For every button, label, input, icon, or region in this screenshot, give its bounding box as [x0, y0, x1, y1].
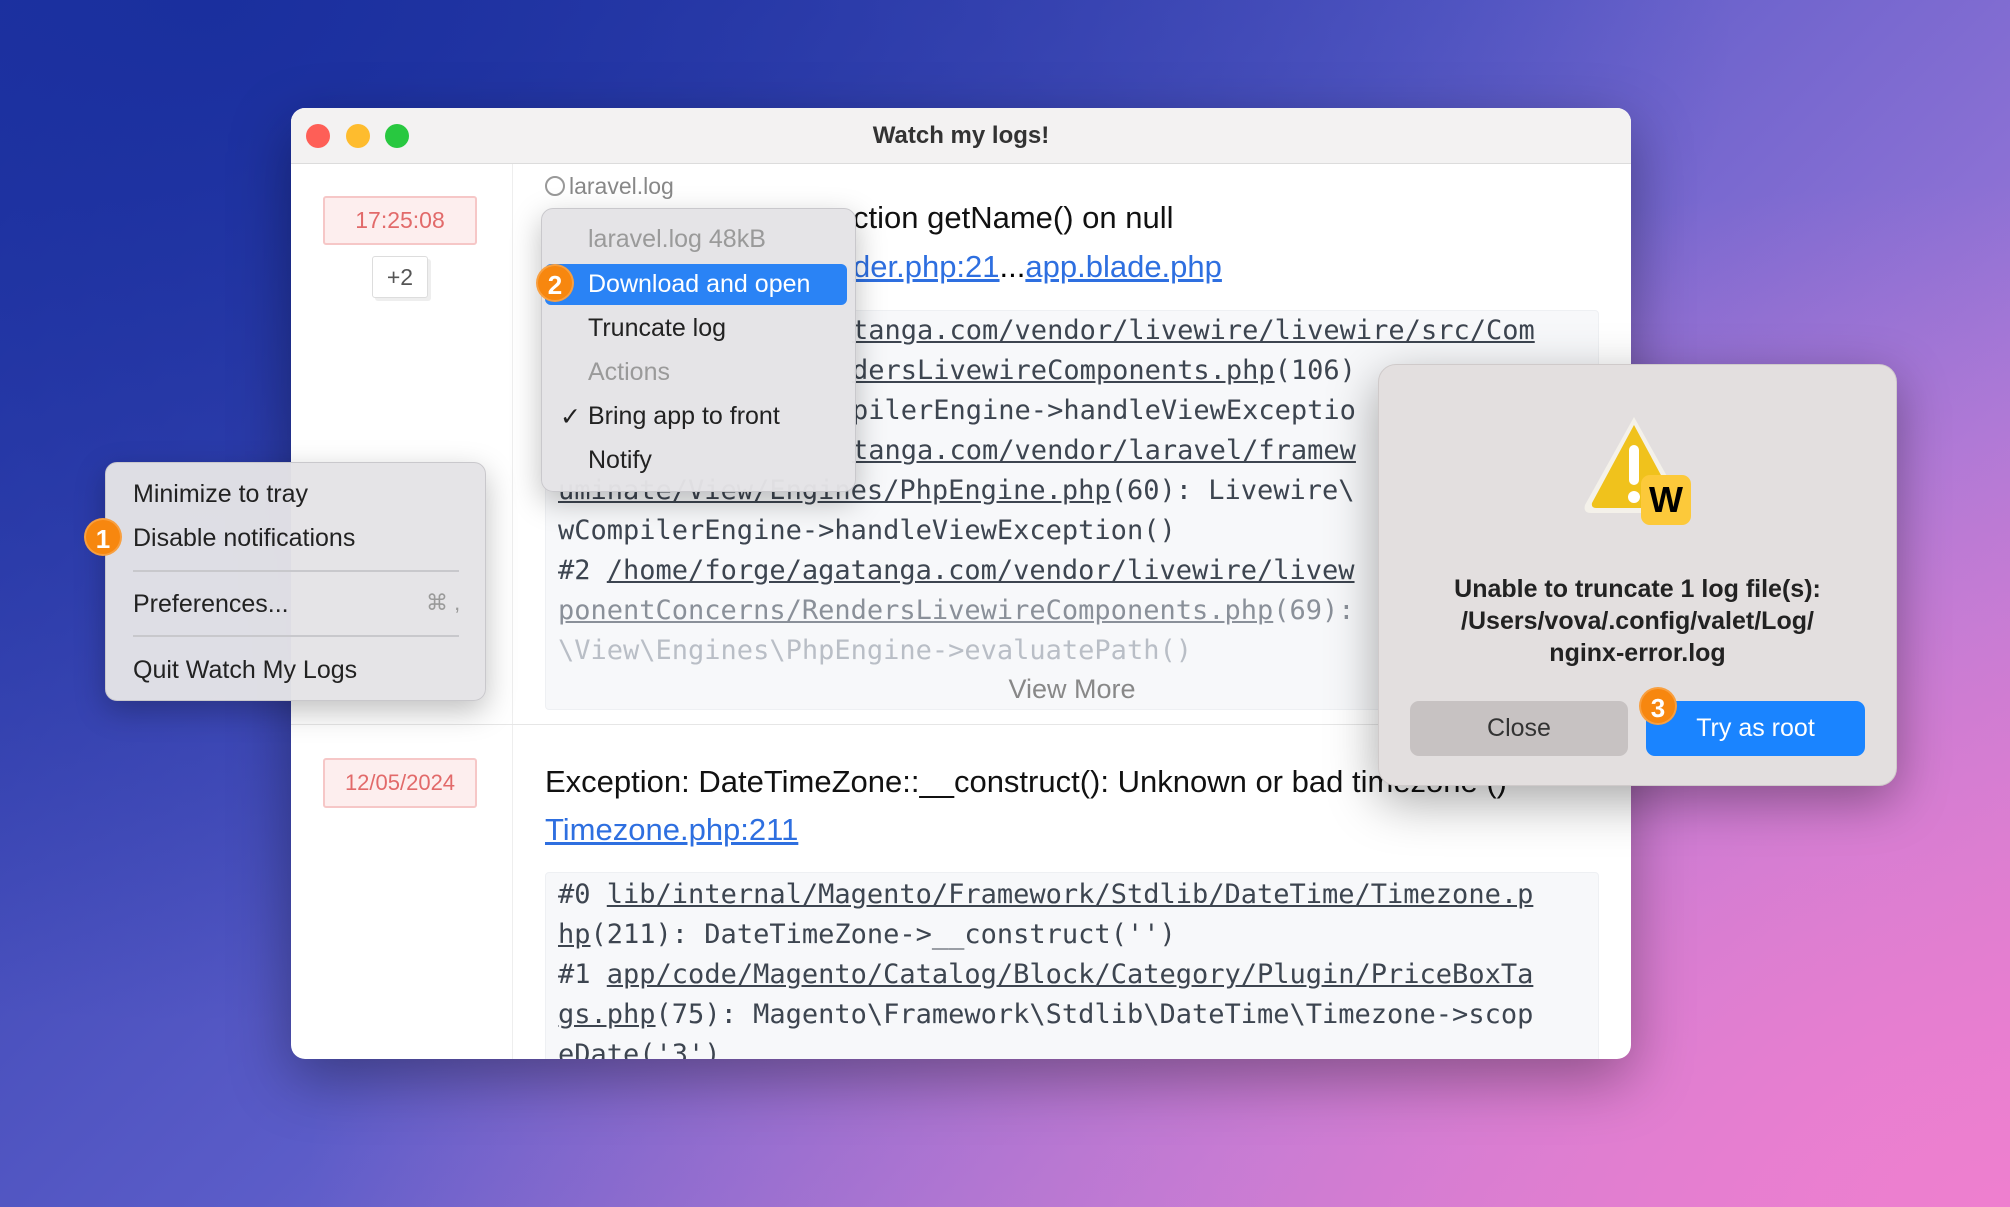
trace-line: #1 app/code/Magento/Catalog/Block/Catego…	[558, 955, 1533, 995]
app-badge-icon: W	[1641, 475, 1691, 525]
entry-title: ction getName() on null	[853, 200, 1174, 235]
trace-line[interactable]: tanga.com/vendor/livewire/livewire/src/C…	[852, 311, 1535, 351]
menu-item-quit[interactable]: Quit Watch My Logs	[133, 656, 357, 685]
title-bar: Watch my logs!	[291, 108, 1631, 164]
close-button[interactable]: Close	[1410, 701, 1628, 756]
menu-separator	[133, 570, 459, 572]
source-name: laravel.log	[569, 173, 674, 199]
trace-index: #1	[558, 959, 607, 990]
trace-line: dersLivewireComponents.php(106)	[852, 351, 1356, 391]
trace-text: (60): Livewire\	[1110, 475, 1355, 506]
checkmark-icon: ✓	[560, 403, 581, 431]
trace-path[interactable]: dersLivewireComponents.php	[852, 355, 1275, 386]
trace-text: (106)	[1274, 355, 1356, 386]
menu-item-minimize-to-tray[interactable]: Minimize to tray	[133, 480, 308, 509]
trace-path[interactable]: /home/forge/agatanga.com/vendor/livewire…	[607, 555, 1355, 586]
trace-text: (75): Magento\Framework\Stdlib\DateTime\…	[655, 999, 1534, 1030]
error-dialog: W Unable to truncate 1 log file(s): /Use…	[1378, 364, 1897, 786]
trace-line: pilerEngine->handleViewExceptio	[852, 395, 1356, 426]
menu-item-bring-app-to-front[interactable]: Bring app to front	[588, 402, 780, 431]
menu-item-label: Download and open	[588, 270, 811, 298]
dialog-message: Unable to truncate 1 log file(s):	[1454, 575, 1821, 603]
trace-line: \View\Engines\PhpEngine->evaluatePath()	[558, 635, 1192, 666]
log-context-menu: laravel.log 48kB Download and open Trunc…	[541, 208, 856, 492]
source-link[interactable]: der.php:21	[853, 249, 1000, 284]
view-link[interactable]: app.blade.php	[1025, 249, 1222, 284]
trace-index: #2	[558, 555, 607, 586]
step-badge-2: 2	[536, 264, 574, 302]
date-badge: 12/05/2024	[323, 758, 477, 808]
menu-header-file-size: laravel.log 48kB	[588, 225, 766, 253]
shortcut-label: ⌘ ,	[426, 590, 461, 615]
trace-path[interactable]: hp	[558, 919, 591, 950]
menu-item-notify[interactable]: Notify	[588, 446, 652, 475]
menu-item-download-and-open[interactable]: Download and open	[545, 264, 847, 305]
time-badge: 17:25:08	[323, 196, 477, 245]
globe-icon	[545, 176, 565, 196]
tray-menu: Minimize to tray Disable notifications P…	[105, 462, 486, 701]
trace-text: (69):	[1273, 595, 1355, 626]
window-title: Watch my logs!	[872, 122, 1050, 149]
entry-title: Exception: DateTimeZone::__construct(): …	[545, 764, 1507, 799]
menu-item-disable-notifications[interactable]: Disable notifications	[133, 524, 355, 553]
trace-line: #0 lib/internal/Magento/Framework/Stdlib…	[558, 875, 1533, 915]
trace-path[interactable]: gs.php	[558, 999, 656, 1030]
trace-path[interactable]: ponentConcerns/RendersLivewireComponents…	[558, 595, 1273, 626]
trace-line: gs.php(75): Magento\Framework\Stdlib\Dat…	[558, 995, 1533, 1035]
trace-line: wCompilerEngine->handleViewException()	[558, 515, 1176, 546]
view-more-button[interactable]: View More	[1008, 674, 1135, 704]
menu-item-truncate-log[interactable]: Truncate log	[588, 314, 726, 343]
menu-section-actions: Actions	[588, 358, 670, 386]
try-as-root-button[interactable]: Try as root	[1646, 701, 1865, 756]
trace-line: ponentConcerns/RendersLivewireComponents…	[558, 591, 1355, 631]
trace-line[interactable]: tanga.com/vendor/laravel/framew	[852, 431, 1356, 471]
trace-path[interactable]: lib/internal/Magento/Framework/Stdlib/Da…	[607, 879, 1534, 910]
dialog-filename: nginx-error.log	[1549, 639, 1726, 667]
trace-line: #2 /home/forge/agatanga.com/vendor/livew…	[558, 551, 1355, 591]
entry-links: der.php:21...app.blade.php	[853, 249, 1222, 285]
more-count-button[interactable]: +2	[372, 256, 428, 298]
trace-path[interactable]: app/code/Magento/Catalog/Block/Category/…	[607, 959, 1534, 990]
menu-item-preferences[interactable]: Preferences...	[133, 590, 289, 619]
log-source: laravel.log	[545, 173, 674, 200]
link-separator: ...	[999, 249, 1026, 284]
trace-line: eDate('3')	[558, 1039, 721, 1059]
source-link[interactable]: Timezone.php:211	[545, 812, 798, 848]
menu-separator	[133, 635, 459, 637]
stack-trace: #0 lib/internal/Magento/Framework/Stdlib…	[545, 872, 1599, 1059]
trace-text: (211): DateTimeZone->__construct('')	[590, 919, 1176, 950]
step-badge-1: 1	[84, 518, 122, 556]
trace-line: hp(211): DateTimeZone->__construct('')	[558, 915, 1176, 955]
step-badge-3: 3	[1639, 687, 1677, 725]
dialog-path: /Users/vova/.config/valet/Log/	[1461, 607, 1814, 635]
trace-index: #0	[558, 879, 607, 910]
